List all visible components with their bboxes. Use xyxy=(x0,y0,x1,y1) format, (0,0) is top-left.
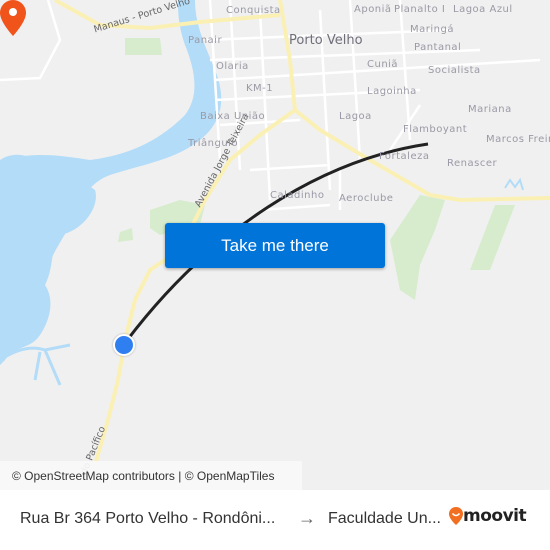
neighborhood-label: Lagoa xyxy=(339,111,372,122)
neighborhood-label: KM-1 xyxy=(246,83,274,94)
map-attribution[interactable]: © OpenStreetMap contributors | © OpenMap… xyxy=(0,461,302,490)
neighborhood-label: Aeroclube xyxy=(339,193,394,204)
moovit-pin-icon xyxy=(449,507,463,525)
neighborhood-label: Pantanal xyxy=(414,42,462,53)
neighborhood-label: Socialista xyxy=(428,65,481,76)
neighborhood-label: Mariana xyxy=(468,104,512,115)
park xyxy=(390,195,445,300)
pond xyxy=(504,177,524,191)
neighborhood-label: Lagoinha xyxy=(367,86,417,97)
lake xyxy=(0,154,96,365)
neighborhood-label: Olaria xyxy=(216,61,249,72)
neighborhood-label: Baixa União xyxy=(200,111,266,122)
neighborhood-label: Cuniã xyxy=(367,59,399,70)
neighborhood-label: Maringá xyxy=(410,24,454,35)
map[interactable]: Manaus - Porto Velho Avenida Jorge Teixe… xyxy=(0,0,550,490)
neighborhood-label: Aponiã xyxy=(354,4,392,15)
park xyxy=(118,228,133,242)
city-label: Porto Velho xyxy=(289,33,363,48)
destination-name: Faculdade Un... xyxy=(328,510,441,527)
neighborhood-label: Triângulo xyxy=(188,138,239,149)
brand-name: moovit xyxy=(463,506,527,526)
neighborhood-label: Renascer xyxy=(447,158,498,169)
footer: Rua Br 364 Porto Velho - Rondôni... → Fa… xyxy=(0,490,550,550)
destination-pin-icon[interactable] xyxy=(0,0,26,36)
park xyxy=(125,38,162,55)
park xyxy=(470,205,515,270)
take-me-there-button[interactable]: Take me there xyxy=(165,223,385,268)
neighborhood-label: Caladinho xyxy=(270,190,325,201)
moovit-logo[interactable]: moovit xyxy=(449,506,527,526)
origin-name: Rua Br 364 Porto Velho - Rondôni... xyxy=(20,510,276,527)
neighborhood-label: Fortaleza xyxy=(379,151,430,162)
neighborhood-label: Planalto I xyxy=(394,4,446,15)
neighborhood-label: Lagoa Azul xyxy=(453,4,513,15)
origin-marker[interactable] xyxy=(113,334,135,356)
neighborhood-label: Marcos Freire xyxy=(486,134,550,145)
neighborhood-label: Panair xyxy=(188,35,223,46)
neighborhood-label: Conquista xyxy=(226,5,281,16)
neighborhood-label: Flamboyant xyxy=(403,124,468,135)
arrow-right-icon: → xyxy=(298,508,316,528)
